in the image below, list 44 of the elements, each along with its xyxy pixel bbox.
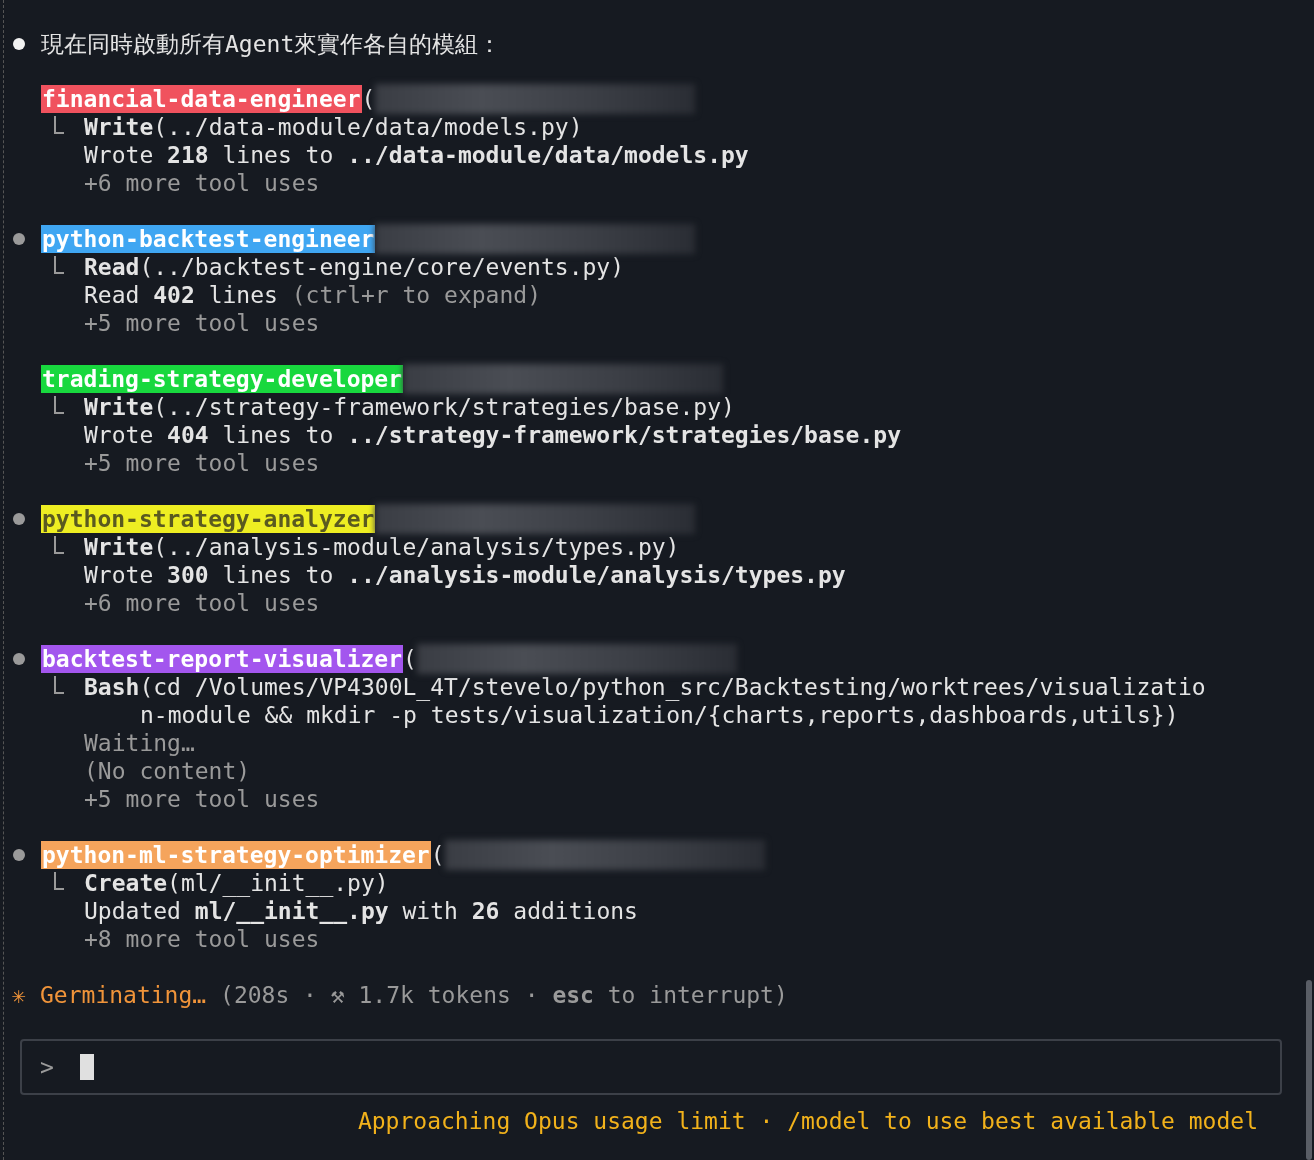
scrollbar[interactable] <box>1306 980 1312 1160</box>
agent-name-tag: python-strategy-analyzer <box>41 505 376 533</box>
tool-note-text: (No content) <box>84 757 251 785</box>
parenthesis-text: ( <box>361 85 376 113</box>
agent-name-tag: python-backtest-engineer <box>41 225 376 253</box>
corner-icon <box>54 536 64 554</box>
tool-note-text: +5 more tool uses <box>84 449 320 477</box>
tool-call-text: Read(../backtest-engine/core/events.py) <box>84 253 625 281</box>
tool-call-text: Write(../data-module/data/models.py) <box>84 113 583 141</box>
tool-note-text: Waiting… <box>84 729 195 757</box>
tool-result-text: Read 402 lines <box>84 281 278 309</box>
status-detail: (208s · ⚒ 1.7k tokens · esc to interrupt) <box>220 981 788 1009</box>
corner-icon <box>54 676 64 694</box>
tool-call-text: Write(../strategy-framework/strategies/base.py) <box>84 393 735 421</box>
corner-icon <box>54 396 64 414</box>
tool-note-text: +8 more tool uses <box>84 925 320 953</box>
hint-text: (ctrl+r to expand) <box>291 281 541 309</box>
tool-result-text: Wrote 218 lines to ../data-module/data/models.py <box>84 141 749 169</box>
usage-warning-text: Approaching Opus usage limit · /model to use best available model <box>356 1107 1258 1135</box>
parenthesis-text: ( <box>430 841 445 869</box>
bullet-icon <box>13 38 25 50</box>
tool-note-text: +6 more tool uses <box>84 169 320 197</box>
agent-name-tag: python-ml-strategy-optimizer <box>41 841 431 869</box>
tool-call-text: Write(../analysis-module/analysis/types.py) <box>84 533 680 561</box>
tool-call-text: Create(ml/__init__.py) <box>84 869 389 897</box>
tool-note-text: +5 more tool uses <box>84 309 320 337</box>
tool-result-text: Wrote 404 lines to ../strategy-framework/strategies/base.py <box>84 421 901 449</box>
corner-icon <box>54 116 64 134</box>
spinner-icon: ✳ <box>12 981 40 1009</box>
status-verb: Germinating… <box>40 981 207 1009</box>
corner-icon <box>54 256 64 274</box>
tool-result-text: Wrote 300 lines to ../analysis-module/analysis/types.py <box>84 561 846 589</box>
prompt-input-field[interactable]: > <box>20 1039 1282 1095</box>
tool-call-text: Bash(cd /Volumes/VP4300L_4T/stevelo/python_src/Backtesting/worktrees/visualizatio <box>84 673 1206 701</box>
tool-note-text: +6 more tool uses <box>84 589 320 617</box>
agent-name-tag: backtest-report-visualizer <box>41 645 404 673</box>
tool-result-text: Updated ml/__init__.py with 26 additions <box>84 897 638 925</box>
message-text: 現在同時啟動所有Agent來實作各自的模組： <box>41 30 502 58</box>
tool-call-text: n-module && mkdir -p tests/visualization/{charts,reports,dashboards,utils}) <box>139 701 1179 729</box>
corner-icon <box>54 872 64 890</box>
tool-note-text: +5 more tool uses <box>84 785 320 813</box>
parenthesis-text: ( <box>403 645 417 673</box>
agent-name-tag: trading-strategy-developer <box>41 365 404 393</box>
agent-name-tag: financial-data-engineer <box>41 85 362 113</box>
